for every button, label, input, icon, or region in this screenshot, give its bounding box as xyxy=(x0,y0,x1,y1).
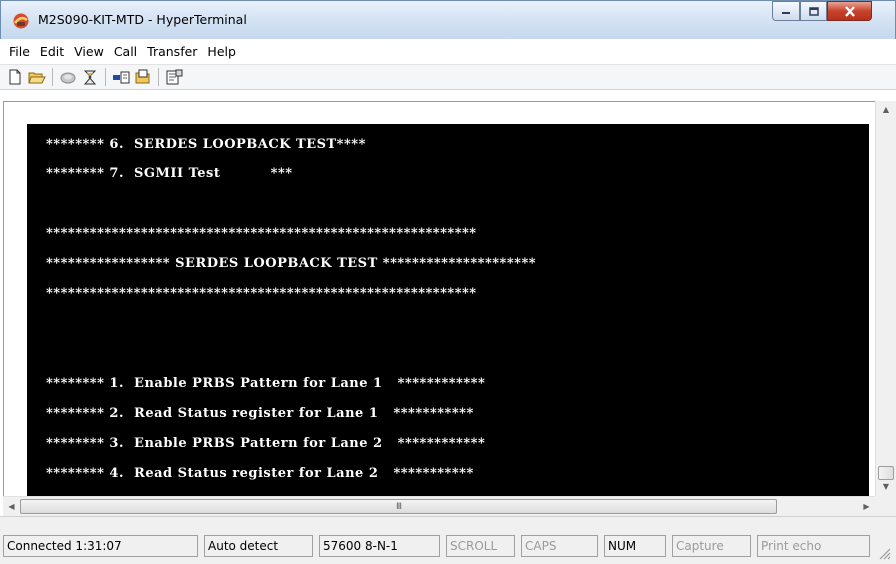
window-title: M2S090-KIT-MTD - HyperTerminal xyxy=(38,12,247,27)
horizontal-scrollbar[interactable]: ◀ III ▶ xyxy=(3,496,875,516)
properties-button[interactable] xyxy=(163,67,185,87)
call-properties-button[interactable] xyxy=(79,67,101,87)
menu-bar: File Edit View Call Transfer Help xyxy=(0,39,896,65)
terminal-line: ******** 2. Read Status register for Lan… xyxy=(46,406,474,421)
scrollbar-corner xyxy=(875,496,896,516)
toolbar-separator xyxy=(158,68,159,86)
properties-icon xyxy=(166,69,182,85)
terminal-line: ****************************************… xyxy=(46,226,477,241)
status-settings: 57600 8-N-1 xyxy=(319,535,440,557)
menu-help[interactable]: Help xyxy=(202,44,241,59)
resize-grip-icon[interactable] xyxy=(876,545,892,561)
status-detect: Auto detect xyxy=(204,535,313,557)
scroll-down-button[interactable]: ▼ xyxy=(876,478,896,495)
receive-icon xyxy=(135,69,150,84)
status-print-echo: Print echo xyxy=(757,535,870,557)
title-bar[interactable]: M2S090-KIT-MTD - HyperTerminal xyxy=(0,0,896,39)
scroll-left-button[interactable]: ◀ xyxy=(3,497,20,516)
menu-edit[interactable]: Edit xyxy=(35,44,69,59)
arrow-down-icon: ▼ xyxy=(882,482,890,491)
menu-call[interactable]: Call xyxy=(109,44,142,59)
open-icon xyxy=(28,72,46,83)
arrow-up-icon: ▲ xyxy=(882,105,890,114)
status-capture: Capture xyxy=(672,535,751,557)
toolbar-separator xyxy=(105,68,106,86)
hyperterminal-phone-icon xyxy=(13,13,29,29)
status-scroll: SCROLL xyxy=(446,535,515,557)
send-button[interactable] xyxy=(110,67,132,87)
maximize-button[interactable] xyxy=(800,1,827,21)
status-connected: Connected 1:31:07 xyxy=(3,535,198,557)
minimize-button[interactable] xyxy=(772,1,800,21)
toolbar xyxy=(0,65,896,90)
close-icon xyxy=(844,5,855,17)
close-button[interactable] xyxy=(827,1,872,21)
scroll-grip: III xyxy=(396,501,402,512)
horizontal-scroll-thumb[interactable]: III xyxy=(20,499,777,514)
menu-transfer[interactable]: Transfer xyxy=(142,44,202,59)
terminal-line: ****************************************… xyxy=(46,286,477,301)
terminal-line: ******** 4. Read Status register for Lan… xyxy=(46,466,474,481)
new-icon xyxy=(9,69,21,85)
menu-view[interactable]: View xyxy=(69,44,109,59)
arrow-left-icon: ◀ xyxy=(8,502,15,511)
receive-button[interactable] xyxy=(132,67,154,87)
terminal-screen[interactable]: ******** 6. SERDES LOOPBACK TEST**** ***… xyxy=(27,124,869,496)
terminal-panel: ******** 6. SERDES LOOPBACK TEST**** ***… xyxy=(3,101,875,496)
new-button[interactable] xyxy=(4,67,26,87)
status-num: NUM xyxy=(604,535,666,557)
toolbar-separator xyxy=(52,68,53,86)
vertical-scrollbar[interactable]: ▲ ▼ xyxy=(875,101,896,496)
scroll-up-button[interactable]: ▲ xyxy=(876,101,896,118)
scroll-right-button[interactable]: ▶ xyxy=(858,497,875,516)
terminal-line: ******** 3. Enable PRBS Pattern for Lane… xyxy=(46,436,486,451)
minimize-icon xyxy=(782,12,790,14)
disconnect-button[interactable] xyxy=(57,67,79,87)
arrow-right-icon: ▶ xyxy=(863,502,870,511)
status-bar: Connected 1:31:07 Auto detect 57600 8-N-… xyxy=(0,516,896,564)
properties-call-icon xyxy=(83,70,97,84)
maximize-icon xyxy=(808,6,819,16)
menu-file[interactable]: File xyxy=(4,44,35,59)
terminal-line: ******** 1. Enable PRBS Pattern for Lane… xyxy=(46,376,486,391)
send-icon xyxy=(113,71,130,84)
open-button[interactable] xyxy=(26,67,48,87)
status-caps: CAPS xyxy=(521,535,598,557)
terminal-line: ***************** SERDES LOOPBACK TEST *… xyxy=(46,256,537,271)
terminal-line: ******** 7. SGMII Test *** xyxy=(46,166,293,181)
disconnect-icon xyxy=(60,72,76,84)
terminal-line: ******** 6. SERDES LOOPBACK TEST**** xyxy=(46,137,366,152)
